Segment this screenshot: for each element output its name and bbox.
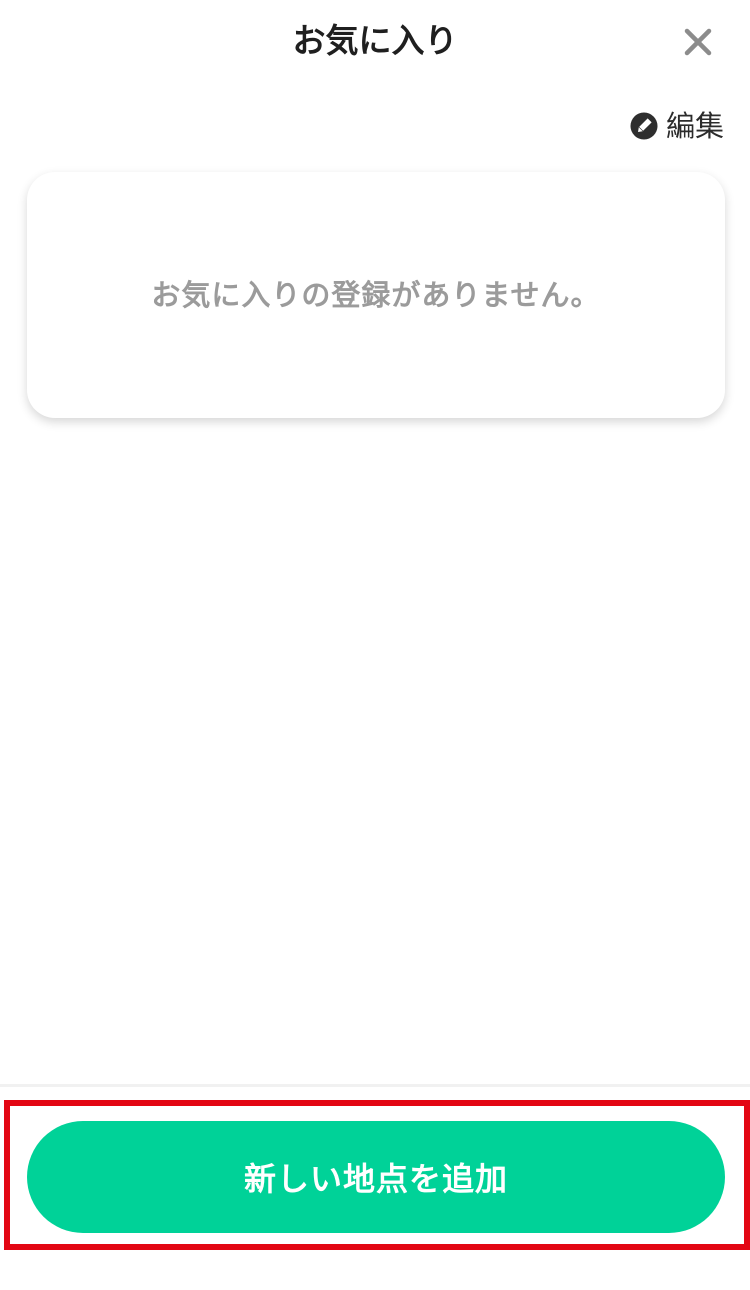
close-button[interactable] <box>674 20 722 64</box>
header: お気に入り <box>0 0 750 84</box>
page-title: お気に入り <box>292 21 458 60</box>
edit-label: 編集 <box>665 109 724 143</box>
add-location-button-label: 新しい地点を追加 <box>243 1160 508 1198</box>
empty-state-message: お気に入りの登録がありません。 <box>151 278 601 312</box>
edit-button[interactable]: 編集 <box>630 106 724 146</box>
add-location-button[interactable]: 新しい地点を追加 <box>27 1121 725 1233</box>
favorites-empty-card: お気に入りの登録がありません。 <box>27 172 725 418</box>
close-icon <box>684 28 712 56</box>
footer-divider <box>0 1084 750 1087</box>
favorites-screen: お気に入り 編集 お気に入りの登録がありません。 新しい地点を追加 <box>0 0 750 1290</box>
pencil-icon <box>630 112 658 140</box>
